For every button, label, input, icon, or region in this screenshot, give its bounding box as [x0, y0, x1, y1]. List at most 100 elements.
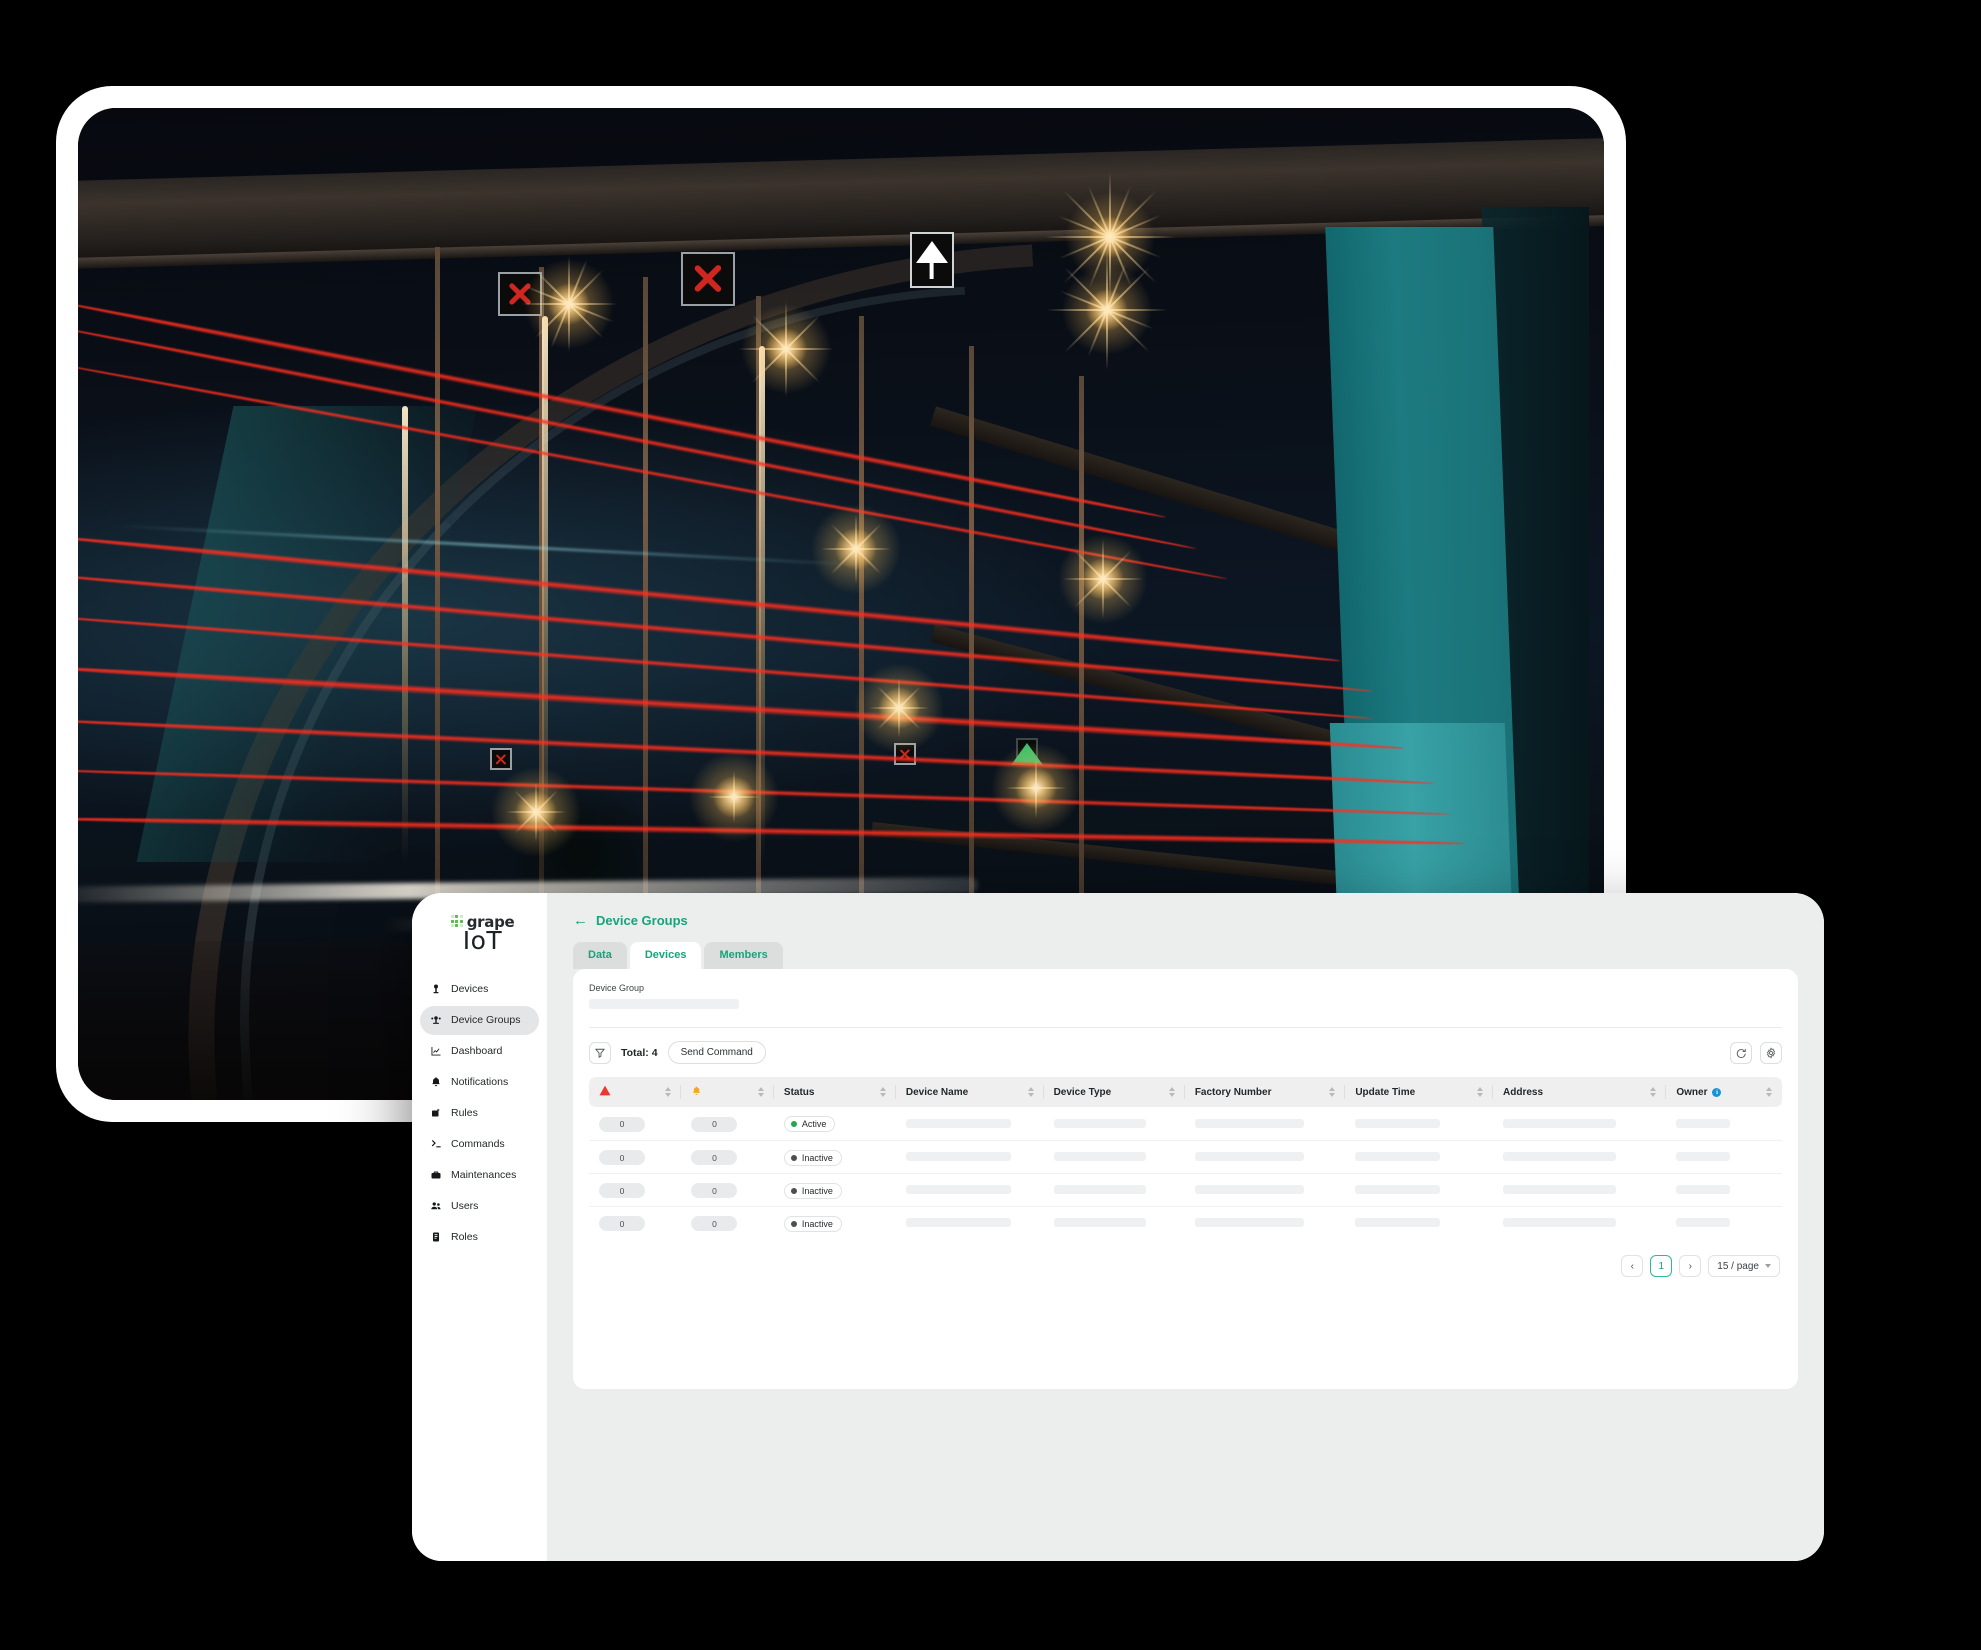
toolbox-icon — [429, 1169, 442, 1182]
sidebar-item-label: Rules — [451, 1107, 478, 1120]
column-device-type[interactable]: Device Type — [1043, 1077, 1185, 1107]
notification-count-badge: 0 — [691, 1183, 738, 1198]
sidebar-item-label: Commands — [451, 1138, 505, 1151]
rules-icon — [429, 1107, 442, 1120]
sidebar-item-label: Device Groups — [451, 1014, 521, 1027]
cell-device-name — [895, 1173, 1044, 1207]
sidebar-item-notifications[interactable]: Notifications — [420, 1068, 539, 1097]
sort-toggle[interactable] — [879, 1087, 886, 1097]
alarm-count-badge: 0 — [599, 1183, 645, 1198]
logo-dots-icon — [450, 915, 463, 928]
cell-status: Inactive — [773, 1140, 896, 1174]
sort-toggle[interactable] — [1650, 1087, 1657, 1097]
column-update-time[interactable]: Update Time — [1345, 1077, 1493, 1107]
toolbar-actions — [1730, 1041, 1782, 1064]
tab-data[interactable]: Data — [573, 942, 627, 969]
notification-count-badge: 0 — [691, 1116, 738, 1132]
sort-toggle[interactable] — [757, 1087, 764, 1097]
sidebar-item-label: Notifications — [451, 1076, 509, 1089]
cell-factory-number — [1184, 1140, 1346, 1174]
table-row[interactable]: 0 0 Inactive — [589, 1140, 1782, 1174]
terminal-icon — [429, 1138, 442, 1151]
cell-address — [1493, 1107, 1667, 1141]
sidebar-item-devices[interactable]: Devices — [420, 975, 539, 1004]
cell-alarms: 0 — [589, 1206, 681, 1239]
pagination-prev[interactable]: ‹ — [1621, 1255, 1644, 1277]
sort-toggle[interactable] — [1027, 1087, 1034, 1097]
table-row[interactable]: 0 0 Active — [589, 1107, 1782, 1141]
column-factory-number[interactable]: Factory Number — [1184, 1077, 1346, 1107]
tab-devices[interactable]: Devices — [629, 942, 702, 969]
sidebar-item-maintenances[interactable]: Maintenances — [420, 1161, 539, 1190]
breadcrumb[interactable]: ← Device Groups — [573, 913, 1798, 928]
status-dot — [790, 1154, 797, 1161]
column-label: Device Type — [1053, 1086, 1112, 1098]
sidebar-item-label: Devices — [451, 983, 489, 996]
status-label: Inactive — [801, 1185, 833, 1196]
roles-icon — [429, 1231, 442, 1244]
column-label: Owner — [1676, 1086, 1708, 1098]
sidebar-item-device-groups[interactable]: Device Groups — [420, 1005, 539, 1035]
sidebar-item-roles[interactable]: Roles — [420, 1223, 539, 1252]
cell-device-type — [1043, 1140, 1185, 1174]
cell-notifications: 0 — [681, 1107, 774, 1141]
cell-notifications: 0 — [681, 1173, 774, 1207]
cell-alarms: 0 — [589, 1173, 682, 1207]
cell-device-type — [1044, 1206, 1185, 1239]
column-device-name[interactable]: Device Name — [895, 1077, 1044, 1107]
cell-address — [1493, 1206, 1666, 1239]
sidebar: grape IoT Devices Device Groups Dashboar… — [412, 893, 547, 1561]
status-badge: Inactive — [783, 1149, 842, 1166]
cell-device-type — [1043, 1107, 1185, 1141]
column-owner[interactable]: Owner i — [1666, 1077, 1782, 1107]
cell-factory-number — [1184, 1173, 1346, 1207]
status-badge: Inactive — [783, 1215, 842, 1232]
sort-toggle[interactable] — [1766, 1087, 1772, 1097]
chart-icon — [429, 1045, 442, 1058]
sort-toggle[interactable] — [1168, 1087, 1175, 1097]
table-row[interactable]: 0 0 Inactive — [589, 1206, 1782, 1239]
sort-toggle[interactable] — [1477, 1087, 1483, 1097]
column-status[interactable]: Status — [773, 1077, 896, 1107]
pagination-next[interactable]: › — [1679, 1255, 1702, 1277]
app-window: grape IoT Devices Device Groups Dashboar… — [412, 893, 1824, 1561]
column-alarms[interactable] — [589, 1077, 682, 1107]
cell-owner — [1666, 1206, 1782, 1239]
cell-device-type — [1043, 1173, 1185, 1207]
sort-toggle[interactable] — [1329, 1087, 1336, 1097]
column-address[interactable]: Address — [1493, 1077, 1667, 1107]
column-label: Update Time — [1355, 1086, 1416, 1098]
filter-icon[interactable] — [589, 1041, 611, 1064]
sidebar-item-label: Roles — [451, 1231, 478, 1244]
column-label: Address — [1503, 1086, 1544, 1098]
status-label: Inactive — [801, 1218, 833, 1229]
page-size-label: 15 / page — [1717, 1260, 1759, 1272]
sidebar-item-rules[interactable]: Rules — [420, 1099, 539, 1128]
cell-alarms: 0 — [589, 1107, 682, 1141]
tab-members[interactable]: Members — [704, 942, 783, 969]
page-size-select[interactable]: 15 / page — [1708, 1255, 1780, 1277]
gear-icon[interactable] — [1760, 1041, 1782, 1064]
send-command-button[interactable]: Send Command — [667, 1041, 766, 1064]
arrow-left-icon[interactable]: ← — [573, 913, 588, 928]
cell-status: Inactive — [774, 1206, 896, 1239]
column-notifications[interactable] — [681, 1077, 774, 1107]
tab-bar: Data Devices Members — [573, 942, 1798, 969]
status-dot — [790, 1220, 797, 1227]
column-label: Device Name — [905, 1086, 969, 1098]
cell-update-time — [1345, 1206, 1493, 1239]
refresh-icon[interactable] — [1730, 1041, 1752, 1064]
pagination-page-1[interactable]: 1 — [1650, 1255, 1673, 1277]
info-icon[interactable]: i — [1712, 1087, 1722, 1097]
app-logo: grape IoT — [412, 915, 547, 953]
sort-toggle[interactable] — [665, 1087, 672, 1097]
devices-table: Status Device Name Device Type Factory N… — [589, 1077, 1782, 1239]
cell-notifications: 0 — [681, 1206, 773, 1239]
table-row[interactable]: 0 0 Inactive — [589, 1173, 1782, 1207]
sidebar-item-commands[interactable]: Commands — [420, 1130, 539, 1159]
sidebar-item-dashboard[interactable]: Dashboard — [420, 1037, 539, 1066]
table-toolbar: Total: 4 Send Command — [589, 1041, 1782, 1064]
sidebar-item-users[interactable]: Users — [420, 1192, 539, 1221]
cell-owner — [1666, 1173, 1782, 1207]
alarm-triangle-icon — [599, 1085, 611, 1099]
